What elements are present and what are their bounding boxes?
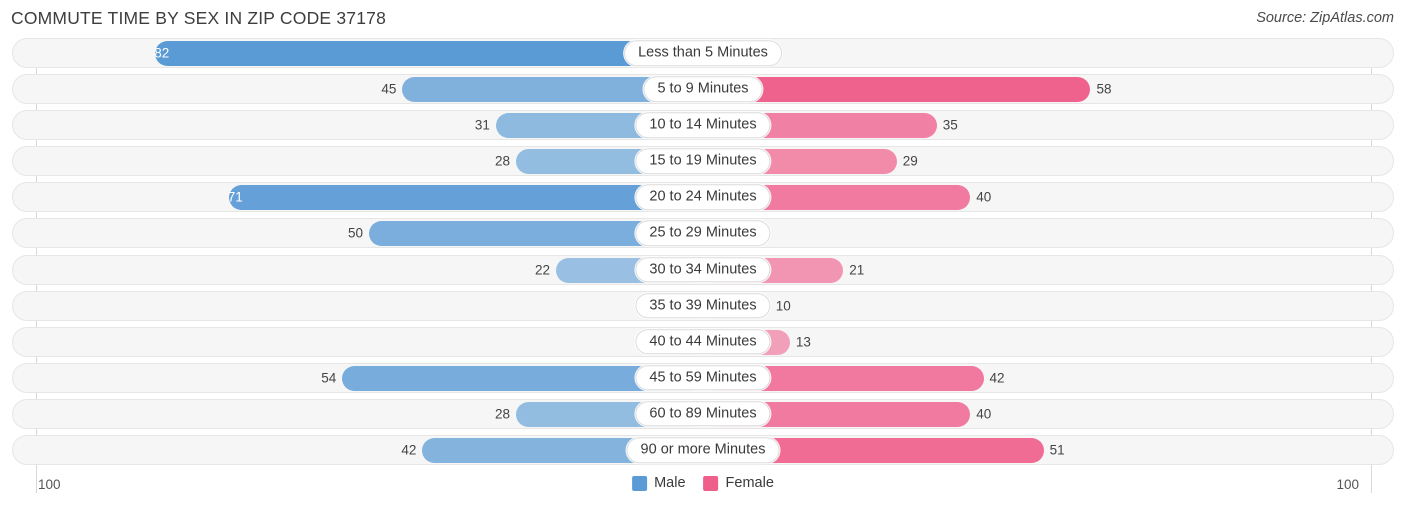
legend-label: Female xyxy=(725,475,774,491)
chart-footer: 100 100 Male Female xyxy=(12,471,1394,507)
bar-male[interactable] xyxy=(155,41,703,66)
category-label: 5 to 9 Minutes xyxy=(643,76,763,102)
chart-rows: 826Less than 5 Minutes 45 58 5 to 9 Minutes… xyxy=(12,38,1394,466)
value-label-male: 50 xyxy=(347,225,363,241)
bar-male[interactable] xyxy=(228,185,703,211)
category-label: Less than 5 Minutes xyxy=(624,40,782,66)
value-label-female: 40 xyxy=(976,406,992,422)
value-label-female: 21 xyxy=(849,261,865,277)
value-label-male: 45 xyxy=(381,81,397,97)
value-label-female: 42 xyxy=(989,370,1005,386)
axis-label-left: 100 xyxy=(38,477,61,492)
axis-label-right: 100 xyxy=(1336,477,1359,492)
category-label: 10 to 14 Minutes xyxy=(635,112,771,138)
category-label: 40 to 44 Minutes xyxy=(635,329,771,355)
chart-row[interactable]: 28 40 60 to 89 Minutes xyxy=(12,398,1394,429)
page-title: COMMUTE TIME BY SEX IN ZIP CODE 37178 xyxy=(11,8,387,28)
value-label-male: 82 xyxy=(154,45,170,61)
value-label-male: 28 xyxy=(494,153,510,169)
chart-row[interactable]: 826Less than 5 Minutes xyxy=(12,38,1394,68)
value-label-female: 35 xyxy=(942,117,958,133)
value-label-female: 40 xyxy=(976,189,992,205)
chart-row[interactable]: 45 58 5 to 9 Minutes xyxy=(12,74,1394,105)
value-label-female: 58 xyxy=(1096,81,1112,97)
legend-item-female[interactable]: Female xyxy=(703,475,774,491)
source-attribution: Source: ZipAtlas.com xyxy=(1256,10,1394,26)
category-label: 15 to 19 Minutes xyxy=(635,148,771,175)
chart-row[interactable]: 50525 to 29 Minutes xyxy=(12,218,1394,249)
value-label-male: 54 xyxy=(321,370,337,386)
category-label: 45 to 59 Minutes xyxy=(635,365,771,391)
chart-row[interactable]: 28 29 15 to 19 Minutes xyxy=(12,146,1394,177)
chart-plot-area: 826Less than 5 Minutes 45 58 5 to 9 Minutes… xyxy=(12,38,1394,493)
legend-item-male[interactable]: Male xyxy=(632,475,686,491)
category-label: 20 to 24 Minutes xyxy=(635,184,771,211)
chart-row[interactable]: 21035 to 39 Minutes xyxy=(12,290,1394,321)
chart-row[interactable]: 51340 to 44 Minutes xyxy=(12,326,1394,357)
value-label-male: 42 xyxy=(401,442,417,458)
chart-header: COMMUTE TIME BY SEX IN ZIP CODE 37178 So… xyxy=(0,0,1406,38)
value-label-male: 71 xyxy=(227,189,243,205)
category-label: 90 or more Minutes xyxy=(626,437,780,463)
value-label-male: 22 xyxy=(535,261,551,277)
chart-row[interactable]: 71 40 20 to 24 Minutes xyxy=(12,182,1394,213)
chart-row[interactable]: 22 21 30 to 34 Minutes xyxy=(12,254,1394,285)
female-swatch xyxy=(703,475,719,491)
value-label-female: 13 xyxy=(795,334,811,349)
chart-legend: Male Female xyxy=(632,475,774,491)
chart-row[interactable]: 42 51 90 or more Minutes xyxy=(12,435,1394,466)
value-label-female: 51 xyxy=(1049,442,1065,458)
chart-row[interactable]: 54 42 45 to 59 Minutes xyxy=(12,362,1394,393)
category-label: 30 to 34 Minutes xyxy=(635,256,771,283)
value-label-male: 28 xyxy=(494,406,510,422)
value-label-female: 29 xyxy=(902,153,918,169)
category-label: 25 to 29 Minutes xyxy=(635,220,771,247)
value-label-male: 31 xyxy=(474,117,490,133)
value-label-female: 10 xyxy=(775,297,791,313)
category-label: 35 to 39 Minutes xyxy=(635,292,771,319)
chart-row[interactable]: 31 35 10 to 14 Minutes xyxy=(12,110,1394,141)
male-swatch xyxy=(632,475,648,491)
category-label: 60 to 89 Minutes xyxy=(635,401,771,427)
legend-label: Male xyxy=(654,475,686,491)
